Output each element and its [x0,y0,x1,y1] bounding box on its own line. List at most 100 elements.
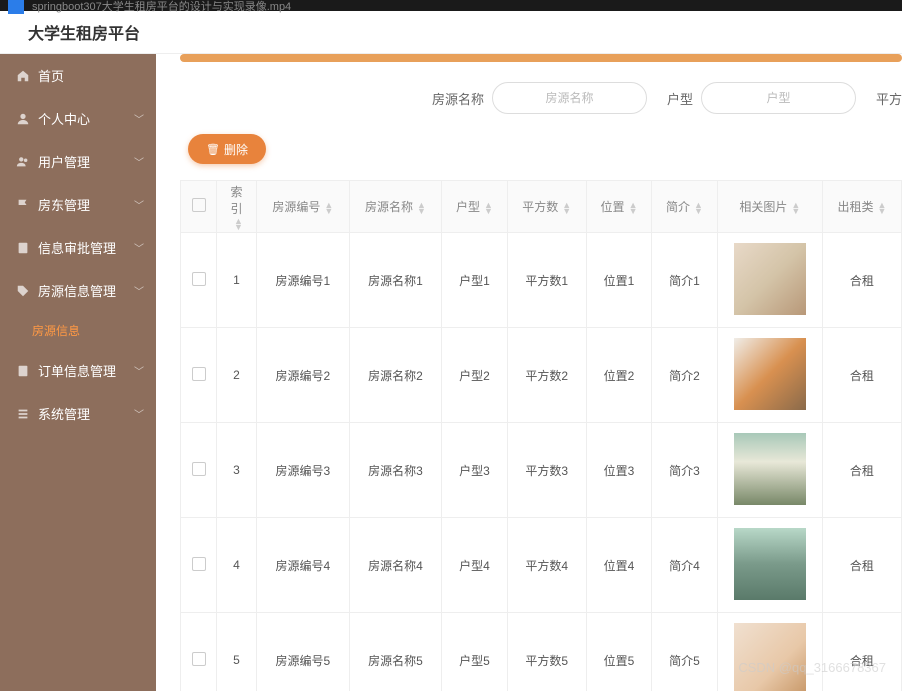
search-input-type[interactable] [701,82,856,114]
search-label-type: 户型 [667,89,693,108]
sort-icon: ▲▼ [324,202,333,214]
cell-index: 4 [217,518,257,613]
delete-button[interactable]: 🗑 删除 [188,134,266,164]
sort-icon: ▲▼ [562,202,571,214]
listing-thumbnail[interactable] [734,433,806,505]
chevron-down-icon: ﹀ [134,283,144,298]
chevron-down-icon: ﹀ [134,154,144,169]
table-row: 3 房源编号3 房源名称3 户型3 平方数3 位置3 简介3 合租 [181,423,902,518]
search-bar: 房源名称 户型 平方 [180,82,902,114]
app-header: 大学生租房平台 [0,11,902,54]
sort-icon: ▲▼ [234,218,243,230]
trash-icon: 🗑 [206,143,220,156]
home-icon [16,69,30,83]
top-bar-title: springboot307大学生租房平台的设计与实现录像.mp4 [32,0,291,14]
table-row: 2 房源编号2 房源名称2 户型2 平方数2 位置2 简介2 合租 [181,328,902,423]
sidebar-item-profile[interactable]: 个人中心 ﹀ [0,97,156,140]
table-row: 5 房源编号5 房源名称5 户型5 平方数5 位置5 简介5 合租 [181,613,902,691]
cell-location: 位置5 [586,613,651,691]
cell-name: 房源名称5 [349,613,442,691]
cell-type: 户型4 [442,518,507,613]
search-label-area: 平方 [876,89,902,108]
table-header-row: 索引▲▼ 房源编号▲▼ 房源名称▲▼ 户型▲▼ 平方数▲▼ 位置▲▼ 简介▲▼ … [181,181,902,233]
sidebar-subitem-listing-info[interactable]: 房源信息 [0,312,156,349]
cell-location: 位置4 [586,518,651,613]
chevron-down-icon: ﹀ [134,111,144,126]
col-rent-type[interactable]: 出租类▲▼ [822,181,901,233]
listing-thumbnail[interactable] [734,338,806,410]
sidebar-item-home[interactable]: 首页 [0,54,156,97]
sidebar-item-label: 房东管理 [38,195,90,214]
cell-rent-type: 合租 [822,518,901,613]
sort-icon: ▲▼ [484,202,493,214]
cell-type: 户型2 [442,328,507,423]
browser-top-bar: springboot307大学生租房平台的设计与实现录像.mp4 [0,0,902,11]
sidebar-item-label: 信息审批管理 [38,238,116,257]
users-icon [16,155,30,169]
cell-index: 3 [217,423,257,518]
row-checkbox[interactable] [192,367,206,381]
file-icon [8,0,24,14]
cell-intro: 简介3 [652,423,717,518]
cell-type: 户型5 [442,613,507,691]
col-area[interactable]: 平方数▲▼ [507,181,586,233]
cell-code: 房源编号1 [257,233,350,328]
flag-icon [16,198,30,212]
col-location[interactable]: 位置▲▼ [586,181,651,233]
chevron-down-icon: ﹀ [134,197,144,212]
sidebar-item-label: 房源信息管理 [38,281,116,300]
sidebar-item-users[interactable]: 用户管理 ﹀ [0,140,156,183]
row-checkbox[interactable] [192,272,206,286]
col-type[interactable]: 户型▲▼ [442,181,507,233]
cell-type: 户型1 [442,233,507,328]
cell-intro: 简介2 [652,328,717,423]
cell-location: 位置3 [586,423,651,518]
sidebar-item-label: 首页 [38,66,64,85]
listing-thumbnail[interactable] [734,528,806,600]
cell-name: 房源名称1 [349,233,442,328]
table-row: 1 房源编号1 房源名称1 户型1 平方数1 位置1 简介1 合租 [181,233,902,328]
tag-icon [16,284,30,298]
select-all-checkbox[interactable] [192,198,206,212]
accent-bar [180,54,902,62]
col-code[interactable]: 房源编号▲▼ [257,181,350,233]
sidebar-subitem-label: 房源信息 [32,324,80,338]
cell-intro: 简介4 [652,518,717,613]
col-name[interactable]: 房源名称▲▼ [349,181,442,233]
cell-name: 房源名称2 [349,328,442,423]
sidebar: 首页 个人中心 ﹀ 用户管理 ﹀ 房东管理 ﹀ 信息审批管理 ﹀ 房源信息管理 … [0,54,156,691]
cell-code: 房源编号5 [257,613,350,691]
col-intro[interactable]: 简介▲▼ [652,181,717,233]
cell-location: 位置2 [586,328,651,423]
col-image[interactable]: 相关图片▲▼ [717,181,822,233]
listings-table: 索引▲▼ 房源编号▲▼ 房源名称▲▼ 户型▲▼ 平方数▲▼ 位置▲▼ 简介▲▼ … [180,180,902,691]
gear-icon [16,407,30,421]
user-icon [16,112,30,126]
cell-intro: 简介5 [652,613,717,691]
sidebar-item-landlord[interactable]: 房东管理 ﹀ [0,183,156,226]
cell-rent-type: 合租 [822,423,901,518]
sidebar-item-approval[interactable]: 信息审批管理 ﹀ [0,226,156,269]
cell-code: 房源编号3 [257,423,350,518]
sidebar-item-listings[interactable]: 房源信息管理 ﹀ [0,269,156,312]
cell-index: 1 [217,233,257,328]
search-input-name[interactable] [492,82,647,114]
row-checkbox[interactable] [192,557,206,571]
cell-rent-type: 合租 [822,328,901,423]
listing-thumbnail[interactable] [734,243,806,315]
cell-area: 平方数1 [507,233,586,328]
sort-icon: ▲▼ [791,202,800,214]
chevron-down-icon: ﹀ [134,363,144,378]
sidebar-item-label: 个人中心 [38,109,90,128]
sort-icon: ▲▼ [694,202,703,214]
sort-icon: ▲▼ [877,202,886,214]
app-title: 大学生租房平台 [28,20,140,44]
sidebar-item-system[interactable]: 系统管理 ﹀ [0,392,156,435]
col-index[interactable]: 索引▲▼ [217,181,257,233]
listing-thumbnail[interactable] [734,623,806,691]
row-checkbox[interactable] [192,462,206,476]
chevron-down-icon: ﹀ [134,240,144,255]
sidebar-item-orders[interactable]: 订单信息管理 ﹀ [0,349,156,392]
cell-area: 平方数4 [507,518,586,613]
row-checkbox[interactable] [192,652,206,666]
